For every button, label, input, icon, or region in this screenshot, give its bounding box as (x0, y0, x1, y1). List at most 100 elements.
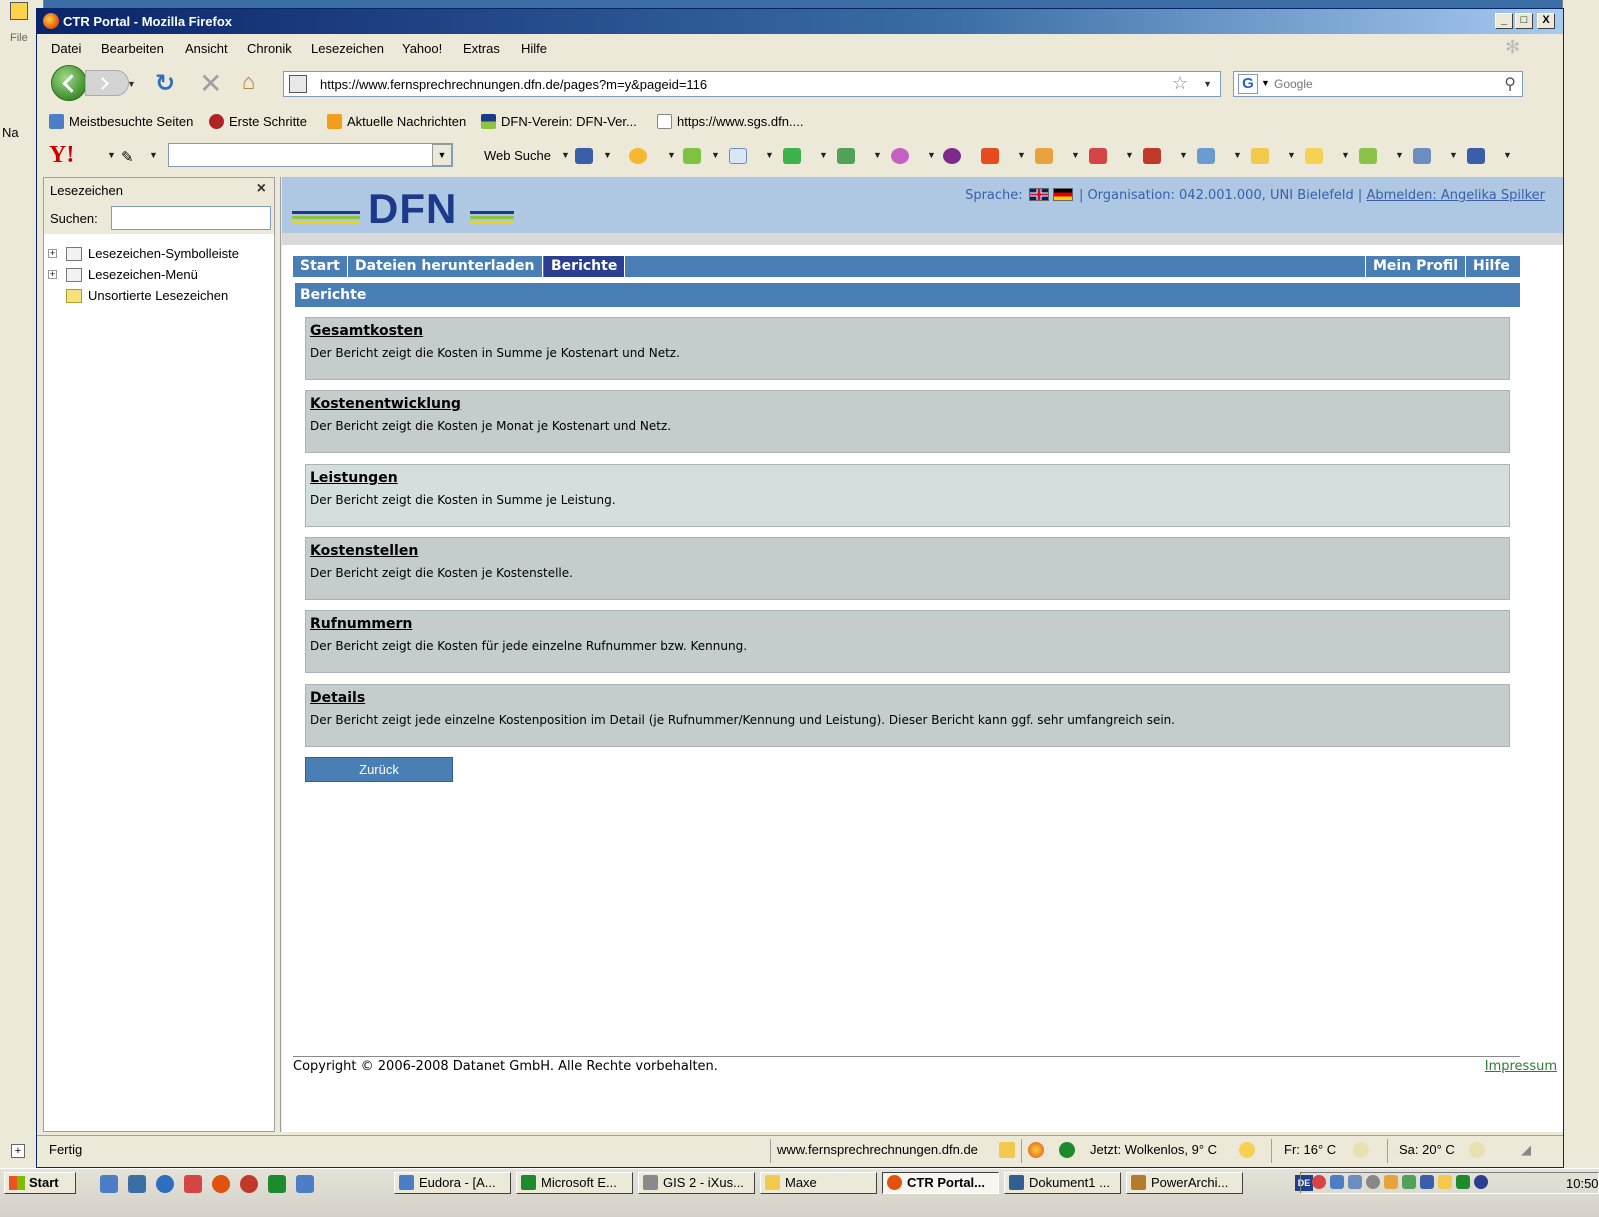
task-eudora[interactable]: Eudora - [A... (394, 1172, 511, 1194)
nav-berichte[interactable]: Berichte (544, 256, 626, 277)
nav-hilfe[interactable]: Hilfe (1465, 256, 1517, 277)
mein-yahoo-icon[interactable] (943, 148, 961, 164)
web-search-button[interactable]: Web Suche (484, 148, 551, 163)
quicklaunch-opera-icon[interactable] (240, 1175, 258, 1193)
task-ctr-portal[interactable]: CTR Portal... (882, 1172, 999, 1194)
add-dropdown-icon[interactable]: ▼ (711, 150, 720, 160)
back-button[interactable]: Zurück (305, 757, 453, 782)
popcorn-dropdown-icon[interactable]: ▼ (1017, 150, 1026, 160)
nav-mein-profil[interactable]: Mein Profil (1365, 256, 1465, 277)
quicklaunch-word-icon[interactable] (296, 1175, 314, 1193)
clock[interactable]: 10:50 (1566, 1176, 1599, 1191)
quicklaunch-media-icon[interactable] (156, 1175, 174, 1193)
url-text[interactable]: https://www.fernsprechrechnungen.dfn.de/… (320, 77, 707, 92)
tree-item-menu[interactable]: + Lesezeichen-Menü (44, 267, 274, 285)
sidebar-search-input[interactable] (111, 206, 271, 230)
messenger-dropdown-icon[interactable]: ▼ (819, 150, 828, 160)
history-dropdown-icon[interactable]: ▼ (127, 79, 136, 89)
tray-icon[interactable] (1474, 1175, 1488, 1189)
yahoo-search-input[interactable] (168, 143, 453, 167)
report-link-kostenentwicklung[interactable]: Kostenentwicklung (310, 396, 461, 412)
mail-icon[interactable] (729, 148, 747, 164)
menu-extras[interactable]: Extras (463, 41, 500, 56)
google-engine-icon[interactable]: G (1238, 74, 1258, 94)
menu-hilfe[interactable]: Hilfe (521, 41, 547, 56)
shield-icon[interactable] (575, 148, 593, 164)
music-dropdown-icon[interactable]: ▼ (1071, 150, 1080, 160)
minimize-button[interactable]: _ (1495, 13, 1513, 29)
menu-ansicht[interactable]: Ansicht (185, 41, 228, 56)
tray-icon[interactable] (1402, 1175, 1416, 1189)
tray-icon[interactable] (1348, 1175, 1362, 1189)
bookmark-aktuelle-nachrichten[interactable]: Aktuelle Nachrichten (327, 114, 466, 129)
quicklaunch-excel-icon[interactable] (268, 1175, 286, 1193)
quicklaunch-desktop-icon[interactable] (128, 1175, 146, 1193)
url-dropdown-icon[interactable]: ▼ (1203, 79, 1212, 89)
report-link-leistungen[interactable]: Leistungen (310, 470, 398, 486)
report-link-details[interactable]: Details (310, 690, 365, 706)
car-dropdown-icon[interactable]: ▼ (1179, 150, 1188, 160)
forward-arrow-icon[interactable] (85, 70, 129, 96)
menu-yahoo[interactable]: Yahoo! (402, 41, 442, 56)
report-link-gesamtkosten[interactable]: Gesamtkosten (310, 323, 423, 339)
engine-dropdown-icon[interactable]: ▼ (1261, 78, 1270, 88)
expand-icon[interactable]: + (48, 249, 57, 258)
reload-icon[interactable]: ↻ (155, 69, 175, 98)
tray-icon[interactable] (1456, 1175, 1470, 1189)
nav-dateien-herunterladen[interactable]: Dateien herunterladen (348, 256, 543, 277)
tray-icon[interactable] (1366, 1175, 1380, 1189)
flag-dropdown-icon[interactable]: ▼ (873, 150, 882, 160)
pencil-dropdown-icon[interactable]: ▼ (149, 150, 158, 160)
games-icon[interactable] (1089, 148, 1107, 164)
stop-icon[interactable]: ✕ (199, 67, 222, 100)
hand-icon[interactable] (1251, 148, 1269, 164)
heart-dropdown-icon[interactable]: ▼ (927, 150, 936, 160)
task-microsoft-excel[interactable]: Microsoft E... (516, 1172, 633, 1194)
exit-icon[interactable] (1467, 148, 1485, 164)
sidebar-splitter[interactable] (275, 177, 281, 1132)
smiley-dropdown-icon[interactable]: ▼ (667, 150, 676, 160)
expand-icon[interactable]: + (11, 1144, 25, 1158)
close-button[interactable]: X (1537, 13, 1555, 29)
search-input[interactable] (1272, 74, 1482, 94)
paperclip-icon[interactable] (1413, 148, 1431, 164)
hand-dropdown-icon[interactable]: ▼ (1287, 150, 1296, 160)
paperclip-dropdown-icon[interactable]: ▼ (1449, 150, 1458, 160)
popcorn-icon[interactable] (981, 148, 999, 164)
bookmark-erste-schritte[interactable]: Erste Schritte (209, 114, 307, 129)
car-icon[interactable] (1143, 148, 1161, 164)
menu-datei[interactable]: Datei (51, 41, 81, 56)
smiley-icon[interactable] (629, 148, 647, 164)
firefox-status-icon[interactable] (1028, 1142, 1044, 1158)
tree-item-unsortiert[interactable]: Unsortierte Lesezeichen (44, 288, 274, 306)
games-dropdown-icon[interactable]: ▼ (1125, 150, 1134, 160)
url-bar[interactable]: https://www.fernsprechrechnungen.dfn.de/… (283, 71, 1221, 97)
green-status-icon[interactable] (1059, 1142, 1075, 1158)
messenger-icon[interactable] (783, 148, 801, 164)
music-icon[interactable] (1035, 148, 1053, 164)
bookmark-dfn-verein[interactable]: DFN-Verein: DFN-Ver... (481, 114, 637, 129)
quicklaunch-ie-icon[interactable] (100, 1175, 118, 1193)
mail-dropdown-icon[interactable]: ▼ (765, 150, 774, 160)
search-bar[interactable]: G ▼ ⚲ (1233, 71, 1523, 97)
tray-icon[interactable] (1312, 1175, 1326, 1189)
nav-start[interactable]: Start (293, 256, 348, 277)
close-icon[interactable]: × (257, 180, 266, 198)
heart-icon[interactable] (891, 148, 909, 164)
shield-dropdown-icon[interactable]: ▼ (603, 150, 612, 160)
weather-dropdown-icon[interactable]: ▼ (1233, 150, 1242, 160)
yahoo-input-dropdown-icon[interactable]: ▼ (432, 144, 452, 166)
tray-icon[interactable] (1384, 1175, 1398, 1189)
report-link-kostenstellen[interactable]: Kostenstellen (310, 543, 418, 559)
flag-icon[interactable] (837, 148, 855, 164)
maximize-button[interactable]: □ (1515, 13, 1533, 29)
yahoo-logo[interactable]: Y! (49, 142, 74, 169)
star-icon[interactable] (1305, 148, 1323, 164)
resize-grip-icon[interactable]: ◢ (1521, 1142, 1531, 1158)
tree-item-symbolleiste[interactable]: + Lesezeichen-Symbolleiste (44, 246, 274, 264)
menu-bearbeiten[interactable]: Bearbeiten (101, 41, 164, 56)
task-dokument1[interactable]: Dokument1 ... (1004, 1172, 1121, 1194)
flag-uk-icon[interactable] (1028, 188, 1049, 201)
exit-dropdown-icon[interactable]: ▼ (1503, 150, 1512, 160)
bookmark-star-icon[interactable]: ☆ (1172, 73, 1188, 94)
